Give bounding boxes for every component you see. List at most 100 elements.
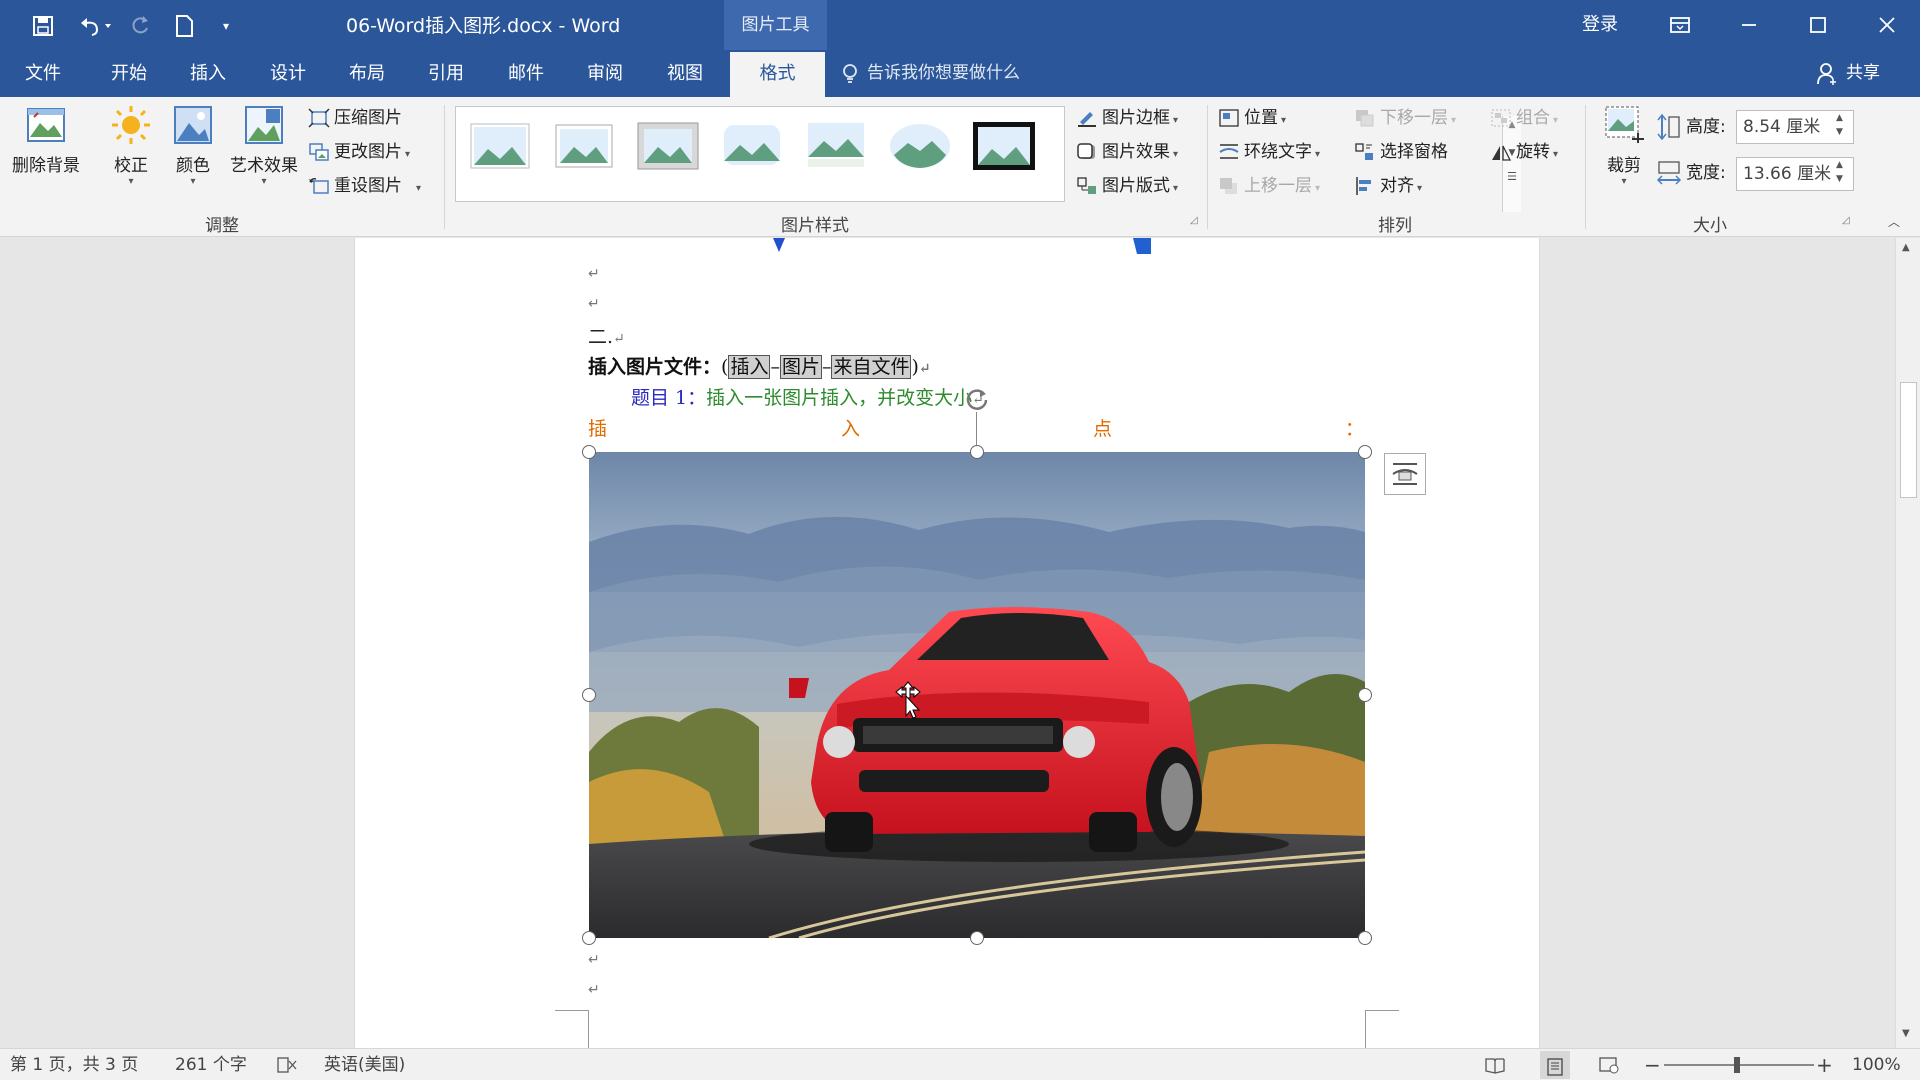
bring-forward-button[interactable]: 上移一层 ▾ (1218, 173, 1320, 199)
scroll-thumb[interactable] (1900, 382, 1917, 498)
artistic-effects-label: 艺术效果 (230, 156, 298, 176)
reset-picture-button[interactable]: 重设图片 ▾ (308, 173, 421, 199)
send-backward-button[interactable]: 下移一层 ▾ (1354, 105, 1456, 131)
read-mode-icon[interactable] (1484, 1049, 1506, 1080)
picture-effects-button[interactable]: 图片效果 ▾ (1076, 139, 1178, 165)
save-icon[interactable] (28, 12, 58, 40)
picture-style-4[interactable] (720, 121, 784, 171)
tab-design[interactable]: 设计 (255, 50, 321, 97)
tab-insert[interactable]: 插入 (175, 50, 241, 97)
arrange-group-label: 排列 (1378, 216, 1412, 236)
resize-handle-right[interactable] (1358, 688, 1372, 702)
indent-marker-right (1133, 238, 1151, 254)
tab-file[interactable]: 文件 (12, 50, 74, 97)
resize-handle-bottom[interactable] (970, 931, 984, 945)
remove-background-button[interactable]: 删除背景 (6, 103, 86, 176)
tab-mailings[interactable]: 邮件 (493, 50, 559, 97)
orange-char-4: ： (1345, 418, 1365, 440)
position-button[interactable]: 位置 ▾ (1218, 105, 1286, 131)
redo-icon[interactable] (126, 12, 154, 40)
vertical-scrollbar[interactable]: ▲ ▼ (1895, 238, 1920, 1048)
align-button[interactable]: 对齐 ▾ (1354, 173, 1422, 199)
resize-handle-top[interactable] (970, 445, 984, 459)
layout-options-button[interactable] (1384, 453, 1426, 495)
compress-pictures-button[interactable]: 压缩图片 (308, 105, 402, 131)
corrections-button[interactable]: 校正 ▾ (104, 103, 158, 187)
color-button[interactable]: 颜色 ▾ (166, 103, 220, 187)
resize-handle-top-right[interactable] (1358, 445, 1372, 459)
resize-handle-bottom-left[interactable] (582, 931, 596, 945)
tab-review[interactable]: 审阅 (572, 50, 638, 97)
picture-style-6[interactable] (888, 121, 952, 171)
title-bar: ▾ 06-Word插入图形.docx - Word 图片工具 登录 (0, 0, 1920, 50)
new-document-icon[interactable] (170, 12, 198, 40)
wrap-text-button[interactable]: 环绕文字 ▾ (1218, 139, 1320, 165)
tell-me-search[interactable]: 告诉我你想要做什么 (867, 50, 1020, 97)
minimize-icon[interactable] (1724, 0, 1774, 50)
resize-handle-left[interactable] (582, 688, 596, 702)
resize-handle-bottom-right[interactable] (1358, 931, 1372, 945)
share-person-icon[interactable] (1816, 50, 1842, 97)
picture-styles-launcher-icon[interactable]: ◿ (1190, 215, 1198, 226)
topic-line: 题目 1：插入一张图片插入，并改变大小↵ (631, 383, 984, 410)
language[interactable]: 英语(美国) (324, 1049, 405, 1080)
picture-border-button[interactable]: 图片边框 ▾ (1076, 105, 1178, 131)
picture-layout-dropdown-icon: ▾ (1173, 183, 1179, 194)
picture-style-2[interactable] (552, 121, 616, 171)
word-count[interactable]: 261 个字 (175, 1049, 247, 1080)
zoom-level[interactable]: 100% (1852, 1049, 1901, 1080)
zoom-slider-thumb[interactable] (1734, 1057, 1740, 1073)
ribbon: 删除背景 校正 ▾ 颜色 ▾ 艺术效果 ▾ 压缩图片 更改图片 ▾ 重设图片 ▾ 调… (0, 97, 1920, 237)
artistic-effects-button[interactable]: 艺术效果 ▾ (226, 103, 302, 187)
selection-pane-button[interactable]: 选择窗格 (1354, 139, 1448, 165)
picture-style-1[interactable] (468, 121, 532, 171)
zoom-in-icon[interactable]: + (1816, 1049, 1833, 1080)
share-button[interactable]: 共享 (1846, 50, 1880, 97)
width-stepper-icon[interactable]: ▲ ▼ (1836, 158, 1843, 186)
picture-border-dropdown-icon: ▾ (1173, 115, 1179, 126)
scroll-down-icon[interactable]: ▼ (1902, 1028, 1910, 1039)
align-icon (1354, 176, 1376, 196)
close-icon[interactable] (1862, 0, 1912, 50)
gallery-more-icon[interactable]: ☰ (1503, 170, 1521, 183)
group-objects-button[interactable]: 组合 ▾ (1490, 105, 1558, 131)
print-layout-icon[interactable] (1540, 1051, 1570, 1079)
picture-style-7[interactable] (972, 121, 1036, 171)
web-layout-icon[interactable] (1598, 1049, 1620, 1080)
wrap-text-dropdown-icon: ▾ (1315, 149, 1321, 160)
rotate-handle-icon[interactable] (964, 386, 990, 412)
login-link[interactable]: 登录 (1570, 0, 1630, 50)
picture-style-3[interactable] (636, 121, 700, 171)
height-stepper-icon[interactable]: ▲ ▼ (1836, 111, 1843, 139)
proofing-icon[interactable] (276, 1049, 300, 1080)
maximize-icon[interactable] (1793, 0, 1843, 50)
indent-marker-left (773, 238, 785, 252)
artistic-effects-icon (242, 103, 286, 147)
page-count[interactable]: 第 1 页，共 3 页 (10, 1049, 138, 1080)
scroll-up-icon[interactable]: ▲ (1902, 242, 1910, 253)
rotate-dropdown-icon: ▾ (1553, 149, 1559, 160)
paragraph-mark: ↵ (588, 296, 600, 312)
customize-toolbar-icon[interactable]: ▾ (214, 12, 238, 40)
selection-pane-icon (1354, 142, 1376, 162)
tab-layout[interactable]: 布局 (334, 50, 400, 97)
tab-view[interactable]: 视图 (652, 50, 718, 97)
resize-handle-top-left[interactable] (582, 445, 596, 459)
picture-layout-button[interactable]: 图片版式 ▾ (1076, 173, 1178, 199)
picture-tools-label: 图片工具 (724, 0, 827, 50)
ribbon-display-icon[interactable] (1655, 0, 1705, 50)
crop-button[interactable]: 裁剪 ▾ (1596, 103, 1652, 187)
tab-home[interactable]: 开始 (96, 50, 162, 97)
size-launcher-icon[interactable]: ◿ (1842, 215, 1850, 226)
zoom-out-icon[interactable]: − (1644, 1049, 1661, 1080)
remove-background-label: 删除背景 (12, 156, 80, 176)
picture-style-5[interactable] (804, 121, 868, 171)
tab-references[interactable]: 引用 (413, 50, 479, 97)
change-picture-button[interactable]: 更改图片 ▾ (308, 139, 410, 165)
undo-icon[interactable] (72, 12, 118, 40)
rotate-button[interactable]: 旋转 ▾ (1490, 139, 1558, 165)
section-number-text: 二. (588, 326, 614, 348)
tab-format[interactable]: 格式 (730, 52, 825, 97)
collapse-ribbon-icon[interactable]: ︿ (1888, 213, 1900, 230)
inserted-car-picture[interactable] (589, 452, 1365, 938)
